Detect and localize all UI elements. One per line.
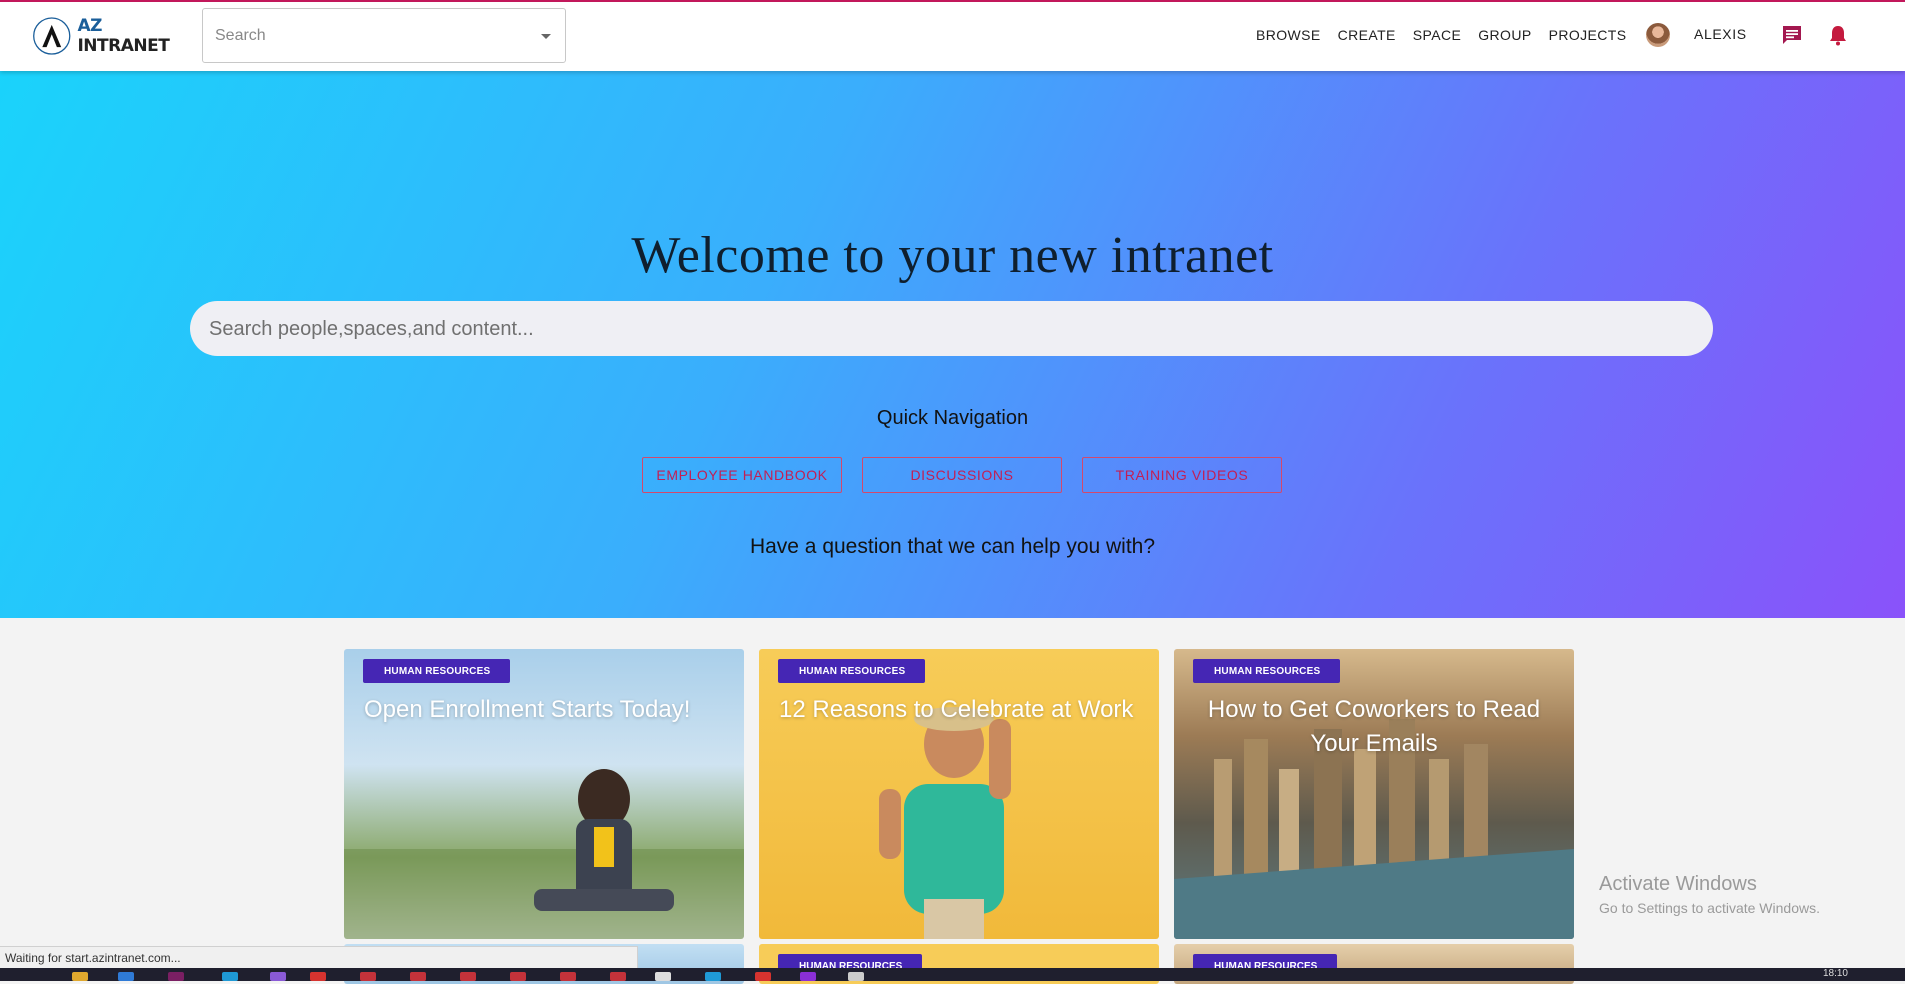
nav-browse[interactable]: BROWSE: [1256, 27, 1321, 43]
taskbar: 18:10: [0, 968, 1905, 981]
taskbar-app-icon[interactable]: [560, 972, 576, 981]
logo-icon: [33, 17, 71, 55]
header-search-input[interactable]: [203, 9, 527, 62]
taskbar-app-icon[interactable]: [610, 972, 626, 981]
nav-group[interactable]: GROUP: [1478, 27, 1531, 43]
taskbar-app-icon[interactable]: [360, 972, 376, 981]
employee-handbook-button[interactable]: EMPLOYEE HANDBOOK: [642, 457, 842, 493]
hero-search-input[interactable]: [207, 301, 1700, 358]
news-card[interactable]: HUMAN RESOURCES Open Enrollment Starts T…: [344, 649, 744, 939]
watermark-title: Activate Windows: [1599, 873, 1757, 895]
bell-icon[interactable]: [1828, 24, 1848, 46]
taskbar-app-icon[interactable]: [222, 972, 238, 981]
taskbar-app-icon[interactable]: [755, 972, 771, 981]
category-badge[interactable]: HUMAN RESOURCES: [363, 659, 511, 683]
activation-watermark: Activate Windows Go to Settings to activ…: [1599, 873, 1820, 916]
quick-navigation-title: Quick Navigation: [876, 407, 1029, 429]
card-title[interactable]: How to Get Coworkers to Read Your Emails: [1194, 693, 1554, 761]
taskbar-app-icon[interactable]: [168, 972, 184, 981]
chat-icon[interactable]: [1781, 25, 1803, 45]
taskbar-app-icon[interactable]: [510, 972, 526, 981]
card-title[interactable]: 12 Reasons to Celebrate at Work: [779, 693, 1139, 727]
news-card[interactable]: HUMAN RESOURCES 12 Reasons to Celebrate …: [759, 649, 1159, 939]
logo[interactable]: AZ INTRANET: [32, 11, 182, 61]
taskbar-app-icon[interactable]: [800, 972, 816, 981]
discussions-button[interactable]: DISCUSSIONS: [862, 457, 1062, 493]
taskbar-app-icon[interactable]: [72, 972, 88, 981]
taskbar-app-icon[interactable]: [705, 972, 721, 981]
taskbar-app-icon[interactable]: [655, 972, 671, 981]
card-title[interactable]: Open Enrollment Starts Today!: [364, 693, 724, 727]
quick-navigation: EMPLOYEE HANDBOOK DISCUSSIONS TRAINING V…: [642, 457, 1302, 493]
avatar[interactable]: [1646, 23, 1670, 47]
news-card[interactable]: HUMAN RESOURCES How to Get Coworkers to …: [1174, 649, 1574, 939]
top-nav-bar: AZ INTRANET BROWSE CREATE SPACE GROUP PR…: [0, 0, 1905, 71]
hero-search[interactable]: [190, 301, 1713, 358]
category-badge[interactable]: HUMAN RESOURCES: [1193, 659, 1341, 683]
hero-banner: Welcome to your new intranet Quick Navig…: [0, 69, 1905, 618]
logo-text: AZ INTRANET: [77, 16, 170, 56]
main-nav: BROWSE CREATE SPACE GROUP PROJECTS: [1256, 2, 1643, 68]
nav-space[interactable]: SPACE: [1413, 27, 1461, 43]
taskbar-app-icon[interactable]: [270, 972, 286, 981]
taskbar-app-icon[interactable]: [118, 972, 134, 981]
chevron-down-icon[interactable]: [541, 34, 551, 39]
username[interactable]: ALEXIS: [1694, 26, 1747, 42]
watermark-subtitle: Go to Settings to activate Windows.: [1599, 900, 1820, 916]
header-search[interactable]: [202, 8, 566, 63]
category-badge[interactable]: HUMAN RESOURCES: [778, 659, 926, 683]
clock[interactable]: 18:10: [1823, 968, 1848, 979]
help-question: Have a question that we can help you wit…: [749, 535, 1156, 558]
nav-projects[interactable]: PROJECTS: [1549, 27, 1627, 43]
page-title: Welcome to your new intranet: [631, 227, 1274, 284]
status-bar: Waiting for start.azintranet.com...: [0, 946, 638, 968]
taskbar-app-icon[interactable]: [310, 972, 326, 981]
training-videos-button[interactable]: TRAINING VIDEOS: [1082, 457, 1282, 493]
taskbar-app-icon[interactable]: [460, 972, 476, 981]
taskbar-app-icon[interactable]: [848, 972, 864, 981]
taskbar-app-icon[interactable]: [410, 972, 426, 981]
nav-create[interactable]: CREATE: [1338, 27, 1396, 43]
